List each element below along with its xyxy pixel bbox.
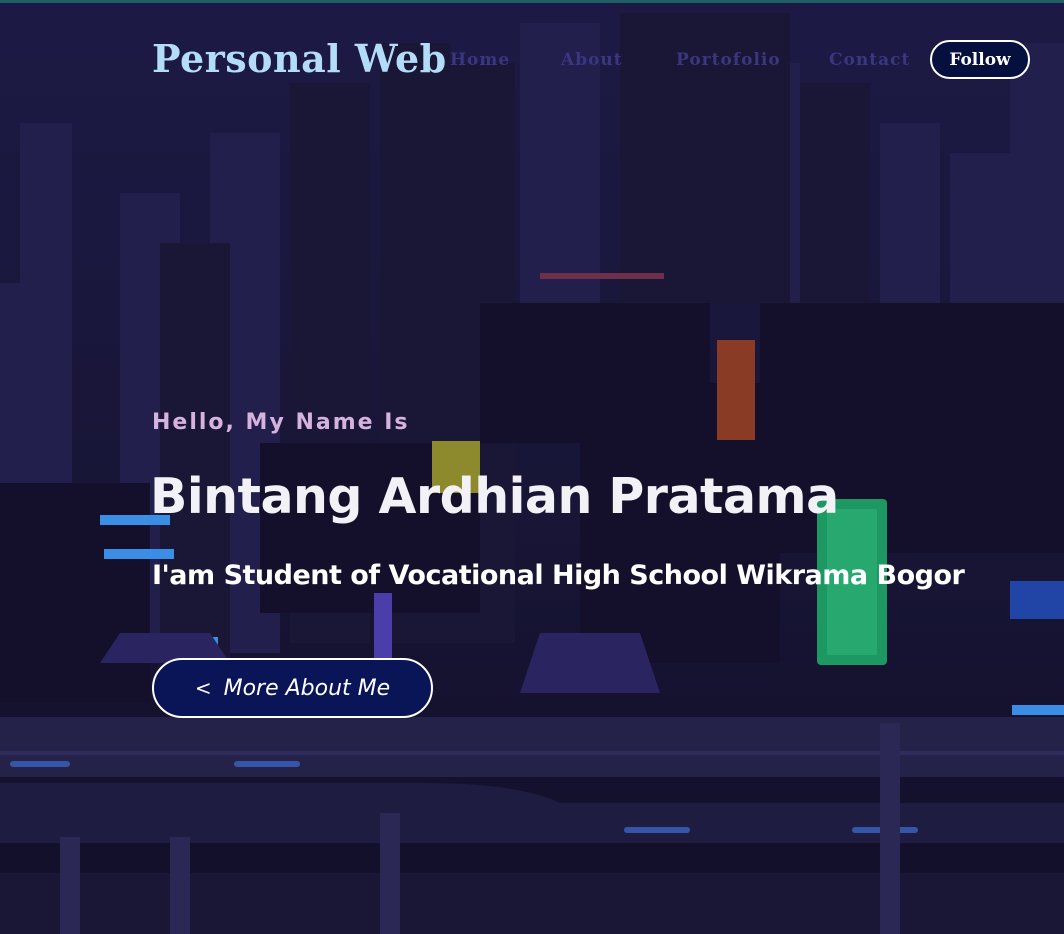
hero-subtitle: I'am Student of Vocational High School W… (152, 560, 965, 591)
chevron-left-icon: < (194, 676, 212, 700)
brand-logo[interactable]: Personal Web (152, 36, 447, 81)
hero-greeting: Hello, My Name Is (152, 410, 410, 435)
nav-link-contact[interactable]: Contact (829, 50, 910, 70)
more-about-me-label: More About Me (223, 675, 391, 701)
nav-link-portofolio[interactable]: Portofolio (676, 50, 781, 70)
nav-link-about[interactable]: About (561, 50, 623, 70)
more-about-me-button[interactable]: < More About Me (152, 658, 433, 718)
nav-link-home[interactable]: Home (450, 50, 510, 70)
navbar: Personal Web Home About Portofolio Conta… (0, 0, 1064, 120)
hero-name: Bintang Ardhian Pratama (150, 468, 839, 525)
follow-button[interactable]: Follow (930, 40, 1030, 79)
